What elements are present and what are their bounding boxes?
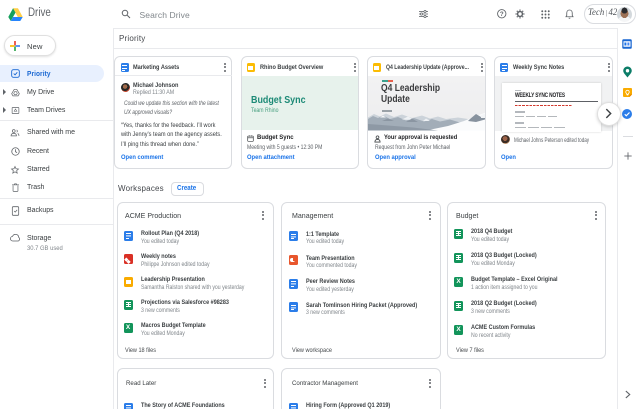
svg-text:?: ? xyxy=(500,11,504,18)
